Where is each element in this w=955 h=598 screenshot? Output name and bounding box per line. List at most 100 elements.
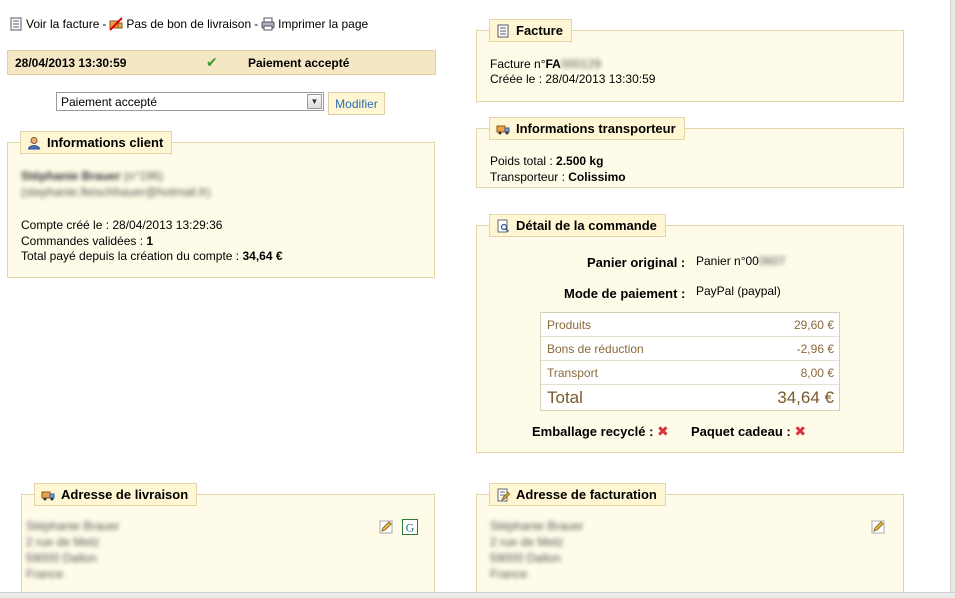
- order-detail-title: Détail de la commande: [516, 218, 657, 233]
- validated-orders-line: Commandes validées : 1: [21, 234, 153, 248]
- modify-button[interactable]: Modifier: [328, 92, 385, 115]
- address-line: 2 rue de Metz: [490, 535, 564, 549]
- edit-pencil-icon[interactable]: [379, 520, 393, 534]
- order-totals-table: Produits 29,60 € Bons de réduction -2,96…: [540, 312, 840, 411]
- invoice-panel: Facture Facture n°FA000129 Créée le : 28…: [476, 19, 904, 102]
- carrier-line: Transporteur : Colissimo: [490, 170, 626, 184]
- address-line: 59000 Dallon: [490, 551, 561, 565]
- delivery-address-title: Adresse de livraison: [61, 487, 189, 502]
- truck-icon: [41, 491, 55, 500]
- invoice-icon: [10, 17, 22, 31]
- x-icon: ✖: [657, 423, 669, 439]
- totals-row-label: Transport: [547, 365, 598, 380]
- totals-row-shipping: Transport 8,00 €: [541, 361, 839, 385]
- address-line: Stéphanie Brauer: [490, 519, 584, 533]
- totals-row-value: -2,96 €: [796, 341, 834, 356]
- carrier-panel: Informations transporteur Poids total : …: [476, 117, 904, 188]
- cart-blurred: 0607: [758, 254, 786, 268]
- truck-icon: [496, 125, 510, 134]
- vertical-scrollbar[interactable]: [950, 0, 955, 598]
- order-status-bar: 28/04/2013 13:30:59 ✔ Paiement accepté: [7, 50, 436, 75]
- x-icon: ✖: [794, 423, 807, 439]
- totals-row-value: 8,00 €: [800, 365, 834, 380]
- view-invoice-label: Voir la facture: [26, 17, 100, 31]
- total-label: Total: [547, 387, 583, 407]
- edit-pencil-icon[interactable]: [871, 520, 885, 534]
- recycled-packaging-line: Emballage recyclé : ✖: [532, 423, 669, 440]
- totals-row-label: Produits: [547, 317, 592, 332]
- user-icon: [27, 136, 41, 149]
- order-state-selected: Paiement accepté: [61, 94, 158, 109]
- chevron-down-icon[interactable]: ▼: [307, 94, 322, 109]
- cart-value-line: Panier n°000607: [696, 254, 786, 268]
- print-page-link[interactable]: Imprimer la page: [261, 17, 368, 31]
- invoice-title: Facture: [516, 23, 563, 38]
- horizontal-scrollbar[interactable]: [0, 592, 955, 598]
- total-weight-label: Poids total :: [490, 154, 557, 168]
- total-paid-label: Total payé depuis la création du compte …: [21, 249, 243, 263]
- validated-orders-value: 1: [146, 234, 154, 248]
- totals-row-total: Total 34,64 €: [541, 385, 839, 410]
- client-name: Stéphanie Brauer: [21, 169, 121, 183]
- gift-wrapping-line: Paquet cadeau : ✖: [691, 423, 806, 440]
- address-line: 59000 Dallon: [26, 551, 97, 565]
- invoice-icon: [497, 24, 509, 37]
- validated-orders-label: Commandes validées :: [21, 234, 147, 248]
- view-invoice-link[interactable]: Voir la facture: [9, 17, 99, 31]
- invoice-number-line: Facture n°FA000129: [490, 57, 601, 71]
- invoice-number-prefix: FA: [545, 57, 561, 71]
- address-line: 2 rue de Metz: [26, 535, 100, 549]
- cart-value: Panier n°00: [696, 254, 759, 268]
- check-icon: ✔: [206, 54, 218, 70]
- invoice-number-label: Facture n°: [490, 57, 546, 71]
- client-name-line: Stéphanie Brauer (n°196): [21, 169, 163, 183]
- totals-row-value: 29,60 €: [793, 317, 834, 332]
- account-created-label: Compte créé le :: [21, 218, 113, 232]
- toolbar-separator: -: [254, 17, 259, 31]
- total-weight-line: Poids total : 2.500 kg: [490, 154, 603, 168]
- no-delivery-slip-icon: [109, 17, 124, 31]
- cart-label: Panier original :: [587, 255, 686, 270]
- client-info-title: Informations client: [47, 135, 164, 150]
- invoice-address-title: Adresse de facturation: [516, 487, 657, 502]
- totals-row-products: Produits 29,60 €: [541, 313, 839, 337]
- delivery-address-panel: Adresse de livraison Stéphanie Brauer 2 …: [21, 483, 435, 598]
- svg-text:G: G: [406, 521, 415, 535]
- total-value: 34,64 €: [777, 387, 834, 407]
- printer-icon: [261, 17, 275, 31]
- order-state-select[interactable]: Paiement accepté ▼: [56, 92, 324, 111]
- payment-method-label: Mode de paiement :: [564, 286, 686, 301]
- invoice-created-label: Créée le :: [490, 72, 546, 86]
- order-toolbar: Voir la facture - Pas de bon de livraiso…: [9, 17, 368, 31]
- no-delivery-slip-label: Pas de bon de livraison: [126, 17, 252, 31]
- client-email: (stephanie.fleischhauer@hotmail.fr): [21, 185, 211, 199]
- order-detail-panel: Détail de la commande Panier original : …: [476, 214, 904, 453]
- invoice-created-line: Créée le : 28/04/2013 13:30:59: [490, 72, 655, 86]
- gift-wrapping-label: Paquet cadeau :: [691, 424, 791, 439]
- invoice-created-value: 28/04/2013 13:30:59: [545, 72, 656, 86]
- invoice-address-legend: Adresse de facturation: [489, 483, 666, 506]
- address-line: Stéphanie Brauer: [26, 519, 120, 533]
- account-created-value: 28/04/2013 13:29:36: [112, 218, 223, 232]
- recycled-packaging-label: Emballage recyclé :: [532, 424, 654, 439]
- status-date: 28/04/2013 13:30:59: [15, 55, 127, 70]
- client-info-panel: Informations client Stéphanie Brauer (n°…: [7, 131, 435, 278]
- invoice-legend: Facture: [489, 19, 572, 42]
- client-id: (n°196): [123, 169, 164, 183]
- print-page-label: Imprimer la page: [278, 17, 369, 31]
- order-detail-legend: Détail de la commande: [489, 214, 666, 237]
- google-maps-icon[interactable]: G: [402, 519, 418, 535]
- total-paid-value: 34,64 €: [242, 249, 283, 263]
- carrier-label: Transporteur :: [490, 170, 569, 184]
- document-edit-icon: [497, 488, 510, 501]
- status-label: Paiement accepté: [248, 55, 350, 70]
- total-weight-value: 2.500 kg: [556, 154, 604, 168]
- address-line: France: [26, 567, 64, 581]
- carrier-value: Colissimo: [568, 170, 626, 184]
- invoice-address-panel: Adresse de facturation Stéphanie Brauer …: [476, 483, 904, 598]
- payment-method-value: PayPal (paypal): [696, 284, 781, 298]
- no-delivery-slip-link[interactable]: Pas de bon de livraison: [109, 17, 251, 31]
- total-paid-line: Total payé depuis la création du compte …: [21, 249, 283, 263]
- account-created-line: Compte créé le : 28/04/2013 13:29:36: [21, 218, 222, 232]
- invoice-number-blurred: 000129: [560, 57, 601, 71]
